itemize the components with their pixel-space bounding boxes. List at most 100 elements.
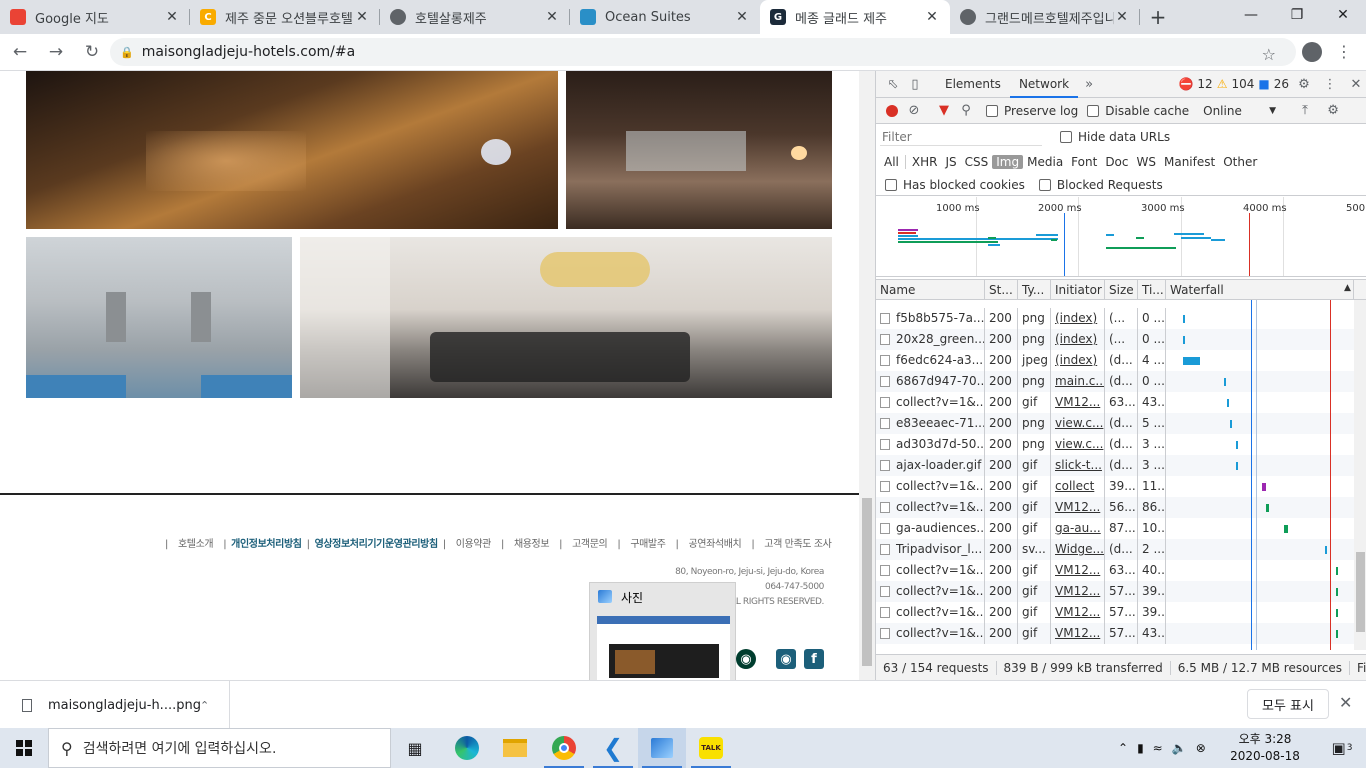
tab-4[interactable]: Ocean Suites ✕ [570, 0, 760, 34]
blocked-requests-checkbox[interactable] [1038, 178, 1051, 191]
cell-name[interactable]: f5b8b575-7a... [876, 308, 985, 329]
cell-name[interactable]: collect?v=1&... [876, 623, 985, 644]
table-row[interactable]: f6edc624-a3... 200 jpeg (index) (d... 4 ... [876, 350, 1366, 371]
type-filter-font[interactable]: Font [1067, 155, 1101, 169]
column-header-ty[interactable]: Ty... [1018, 280, 1051, 300]
cell-name[interactable]: f6edc624-a3... [876, 350, 985, 371]
cell-name[interactable]: collect?v=1&... [876, 581, 985, 602]
show-all-button[interactable]: 모두 표시 [1247, 689, 1329, 719]
page-scrollbar-thumb[interactable] [862, 498, 872, 666]
cell-name[interactable]: ga-audiences... [876, 518, 985, 539]
blocked-cookies-checkbox[interactable] [885, 178, 897, 191]
chevron-up-icon[interactable]: ⌃ [200, 699, 209, 712]
photos-icon[interactable] [638, 728, 686, 768]
type-filter-manifest[interactable]: Manifest [1160, 155, 1219, 169]
sort-arrow-icon[interactable]: ▲ [1344, 283, 1351, 293]
request-table-body[interactable]: f5b8b575-7a... 200 png (index) (... 0 ... 20x2… [876, 300, 1366, 650]
column-header-ti[interactable]: Ti... [1138, 280, 1166, 300]
bookmark-star-icon[interactable]: ☆ [1262, 45, 1276, 64]
cell-initiator[interactable]: collect [1051, 476, 1105, 497]
request-table-scrollbar[interactable] [1354, 300, 1366, 650]
facebook-icon[interactable]: f [804, 649, 824, 669]
cell-initiator[interactable]: slick-t... [1051, 455, 1105, 476]
footer-link[interactable]: 채용정보 [514, 539, 550, 550]
column-header-name[interactable]: Name [876, 280, 985, 300]
table-row[interactable]: Tripadvisor_l... 200 sv... Widge... (d... 2 .… [876, 539, 1366, 560]
input-method-icon[interactable]: ⊗ [1196, 741, 1206, 755]
type-filter-img[interactable]: Img [992, 155, 1024, 169]
cell-initiator[interactable]: main.c... [1051, 371, 1105, 392]
cell-name[interactable]: ajax-loader.gif [876, 455, 985, 476]
table-row[interactable]: collect?v=1&...200gifVM12...57...39... [876, 581, 1366, 602]
cell-name[interactable]: Tripadvisor_l... [876, 539, 985, 560]
edge-browser-icon[interactable] [443, 728, 491, 768]
device-toggle-icon[interactable]: ▯ [904, 74, 926, 94]
more-tabs-icon[interactable]: » [1078, 74, 1100, 94]
cell-name[interactable]: collect?v=1&... [876, 497, 985, 518]
type-filter-all[interactable]: All [880, 155, 903, 169]
reload-icon[interactable]: ↻ [76, 36, 108, 68]
tab-6[interactable]: 그랜드메르호텔제주입니 ✕ [950, 0, 1140, 34]
back-arrow-icon[interactable]: ← [4, 36, 36, 68]
timeline-overview[interactable]: 1000 ms 2000 ms 3000 ms 4000 ms 500 [876, 197, 1366, 277]
cell-name[interactable]: ad303d7d-50... [876, 434, 985, 455]
tab-3[interactable]: 호텔살롱제주 ✕ [380, 0, 570, 34]
cell-initiator[interactable]: Widge... [1051, 539, 1105, 560]
cell-name[interactable]: collect?v=1&... [876, 392, 985, 413]
notification-center-icon[interactable]: ▣ 3 [1318, 728, 1366, 768]
instagram-icon[interactable]: ◉ [776, 649, 796, 669]
footer-link[interactable]: 영상정보처리기기운영관리방침 [315, 539, 439, 550]
cell-initiator[interactable]: ga-au... [1051, 518, 1105, 539]
type-filter-xhr[interactable]: XHR [908, 155, 942, 169]
cell-initiator[interactable]: VM12... [1051, 602, 1105, 623]
cell-initiator[interactable]: (index) [1051, 350, 1105, 371]
network-wifi-icon[interactable]: ≈ [1153, 741, 1163, 755]
kakaotalk-icon[interactable]: TALK [687, 728, 735, 768]
cell-initiator[interactable]: VM12... [1051, 497, 1105, 518]
type-filter-other[interactable]: Other [1219, 155, 1261, 169]
type-filter-ws[interactable]: WS [1133, 155, 1160, 169]
tab-1[interactable]: Google 지도 ✕ [0, 0, 190, 34]
tray-expand-icon[interactable]: ⌃ [1118, 741, 1128, 755]
search-icon[interactable]: ⚲ [955, 101, 977, 121]
profile-avatar-icon[interactable] [1302, 42, 1322, 62]
close-window-icon[interactable]: ✕ [1320, 0, 1366, 30]
clear-icon[interactable]: ⊘ [903, 101, 925, 121]
cell-initiator[interactable]: (index) [1051, 308, 1105, 329]
import-har-icon[interactable]: ⤒ [1294, 101, 1316, 121]
table-row[interactable]: f5b8b575-7a... 200 png (index) (... 0 ... [876, 308, 1366, 329]
cell-name[interactable]: 20x28_green... [876, 329, 985, 350]
address-bar[interactable]: 🔒 maisongladjeju-hotels.com/#a ☆ [110, 38, 1296, 66]
close-devtools-icon[interactable]: ✕ [1345, 74, 1366, 94]
throttle-select[interactable]: Online [1203, 104, 1269, 118]
cell-name[interactable]: collect?v=1&... [876, 560, 985, 581]
browser-menu-icon[interactable]: ⋮ [1336, 42, 1352, 61]
footer-link[interactable]: 이용약관 [456, 539, 492, 550]
chevron-down-icon[interactable]: ▼ [1269, 106, 1276, 116]
table-row[interactable]: ad303d7d-50... 200 png view.c... (d... 3 ... [876, 434, 1366, 455]
cell-name[interactable]: collect?v=1&... [876, 476, 985, 497]
footer-link[interactable]: 호텔소개 [178, 539, 214, 550]
cell-initiator[interactable]: VM12... [1051, 581, 1105, 602]
cell-initiator[interactable]: (index) [1051, 329, 1105, 350]
type-filter-js[interactable]: JS [941, 155, 960, 169]
table-row[interactable] [876, 300, 1366, 308]
error-count[interactable]: 12 [1197, 77, 1212, 91]
close-tab-icon[interactable]: ✕ [164, 9, 180, 25]
footer-link[interactable]: 개인정보처리방침 [231, 539, 302, 550]
page-scrollbar[interactable] [859, 71, 875, 680]
column-header-st[interactable]: St... [985, 280, 1018, 300]
cell-initiator[interactable]: view.c... [1051, 434, 1105, 455]
disable-cache-checkbox[interactable] [1087, 104, 1100, 117]
footer-link[interactable]: 구매발주 [630, 539, 666, 550]
table-row[interactable]: collect?v=1&...200gifVM12...63...40... [876, 560, 1366, 581]
forward-arrow-icon[interactable]: → [40, 36, 72, 68]
table-row[interactable]: ajax-loader.gif 200 gif slick-t... (d... 3 ..… [876, 455, 1366, 476]
type-filter-media[interactable]: Media [1023, 155, 1067, 169]
table-row[interactable]: ga-audiences...200gifga-au...87...10... [876, 518, 1366, 539]
preserve-log-checkbox[interactable] [986, 104, 998, 117]
warning-count[interactable]: 104 [1231, 77, 1254, 91]
taskbar-clock[interactable]: 오후 3:28 2020-08-18 [1230, 731, 1300, 765]
request-table-scrollbar-thumb[interactable] [1356, 552, 1365, 632]
table-row[interactable]: 6867d947-70... 200 png main.c... (d... 0 ... [876, 371, 1366, 392]
